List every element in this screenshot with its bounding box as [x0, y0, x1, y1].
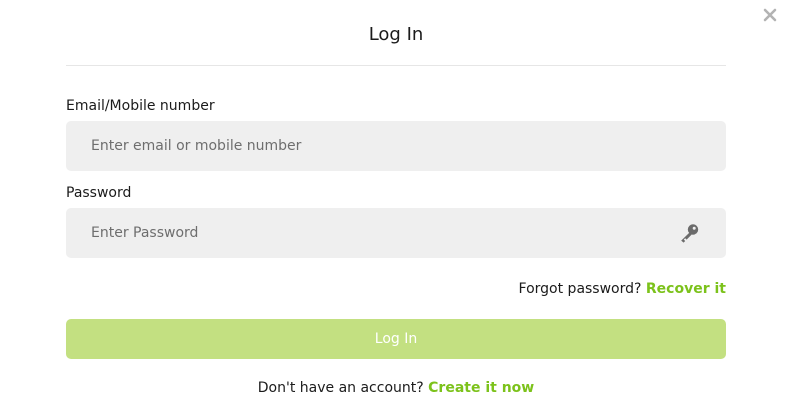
key-icon[interactable]: [678, 223, 700, 243]
email-input[interactable]: [66, 121, 726, 171]
forgot-password-row: Forgot password? Recover it: [519, 280, 726, 298]
login-button[interactable]: Log In: [66, 319, 726, 359]
signup-row: Don't have an account? Create it now: [66, 379, 726, 397]
recover-link[interactable]: Recover it: [646, 281, 726, 297]
signup-text: Don't have an account?: [257, 380, 424, 396]
password-input[interactable]: [66, 208, 726, 258]
password-label: Password: [66, 185, 132, 201]
create-account-link[interactable]: Create it now: [428, 380, 534, 396]
login-modal: Log In Email/Mobile number Password Forg…: [0, 0, 789, 418]
password-field-container: [66, 208, 726, 258]
forgot-password-text: Forgot password?: [518, 281, 642, 297]
email-label: Email/Mobile number: [66, 98, 215, 114]
email-field-container: [66, 121, 726, 171]
close-icon[interactable]: [761, 6, 779, 24]
title-divider: [66, 65, 726, 66]
modal-title: Log In: [368, 24, 424, 45]
